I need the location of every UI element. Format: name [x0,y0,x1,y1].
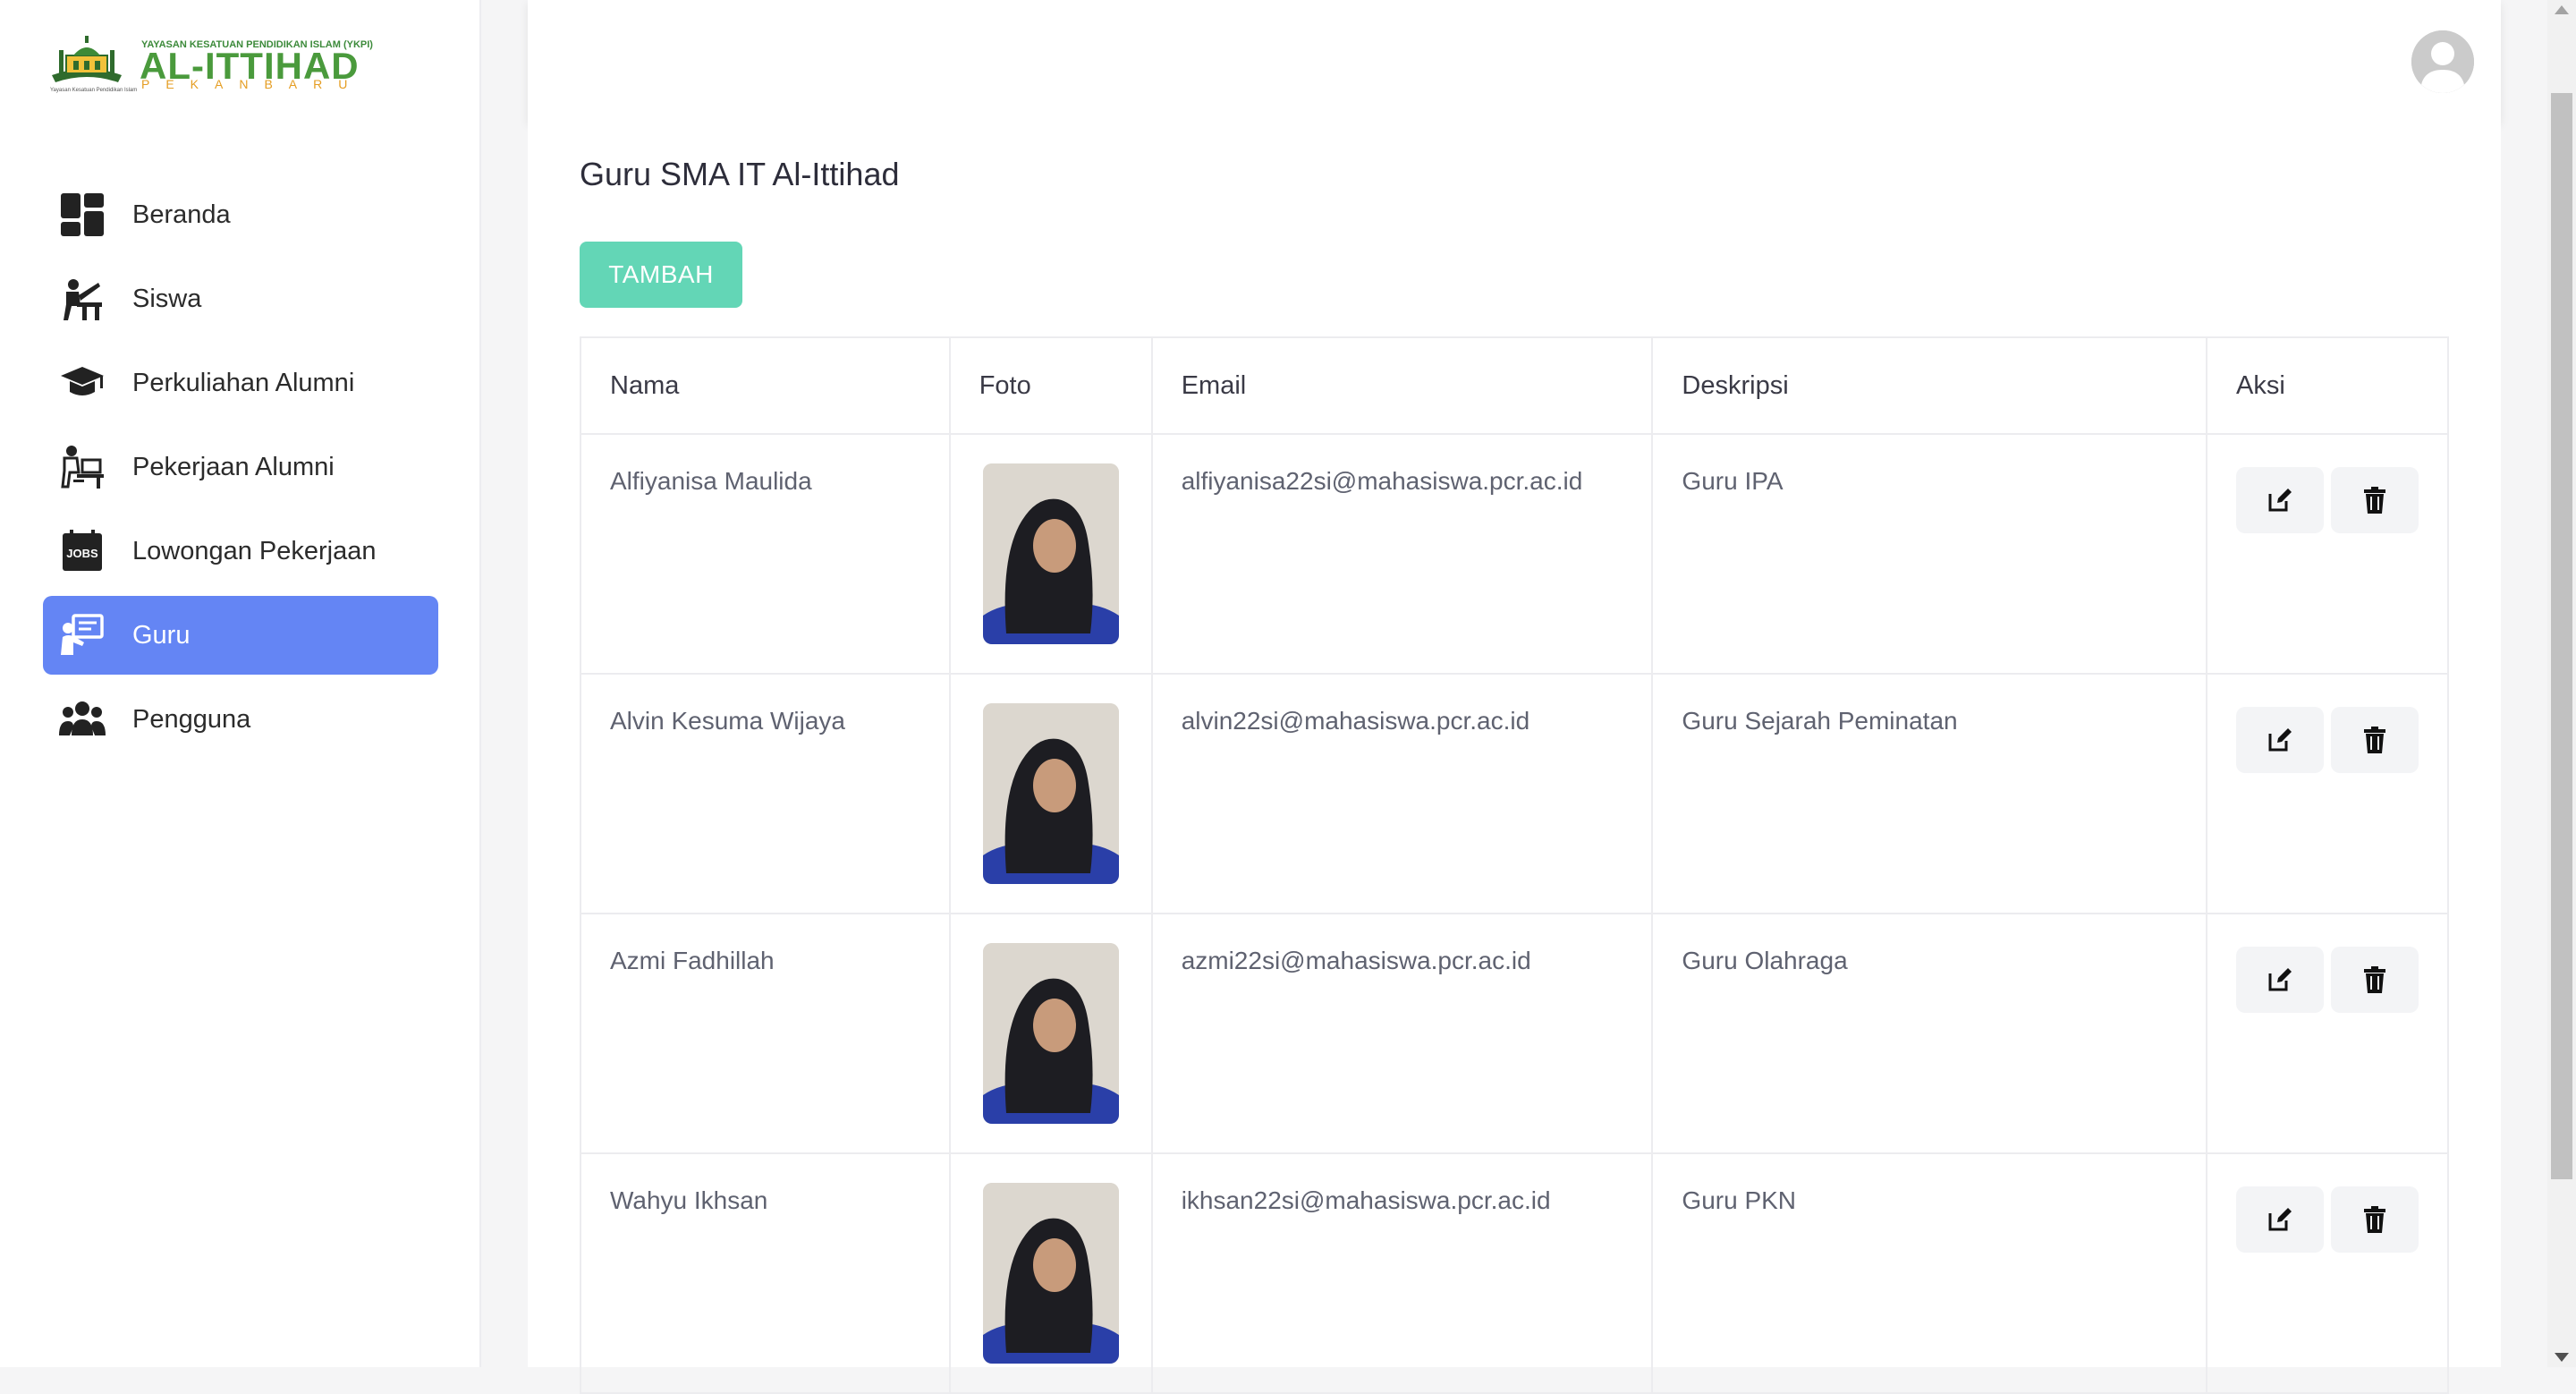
student-desk-icon [59,276,106,322]
teacher-photo[interactable] [982,703,1119,884]
cell-nama: Azmi Fadhillah [580,913,951,1154]
teacher-photo[interactable] [982,463,1119,644]
sidebar-item-label: Pekerjaan Alumni [132,452,335,481]
sidebar-item-pengguna[interactable]: Pengguna [43,680,438,759]
worker-desk-icon [59,444,106,490]
cell-email: ikhsan22si@mahasiswa.pcr.ac.id [1150,1152,1654,1394]
cell-deskripsi: Guru Olahraga [1651,913,2207,1154]
cell-email: azmi22si@mahasiswa.pcr.ac.id [1150,913,1654,1154]
table-row: Alfiyanisa Maulida alfiyanisa22si@mahasi… [580,433,2450,675]
add-button[interactable]: TAMBAH [580,242,742,308]
sidebar: YAYASAN KESATUAN PENDIDIKAN ISLAM (YKPI)… [0,0,481,1367]
sidebar-item-pekerjaan-alumni[interactable]: Pekerjaan Alumni [43,428,438,506]
column-header-email[interactable]: Email [1150,336,1654,435]
dashboard-icon [59,191,106,238]
cell-aksi [2205,913,2450,1154]
edit-icon [2268,1208,2292,1231]
edit-icon [2268,968,2292,991]
cell-foto [948,1152,1153,1394]
table-row: Azmi Fadhillah azmi22si@mahasiswa.pcr.ac… [580,913,2450,1154]
cell-aksi [2205,673,2450,914]
teachers-table: Nama Foto Email Deskripsi Aksi Alfiyanis… [580,336,2450,1394]
cell-email: alfiyanisa22si@mahasiswa.pcr.ac.id [1150,433,1654,675]
top-bar [528,0,2501,122]
cell-nama: Alvin Kesuma Wijaya [580,673,951,914]
cell-deskripsi: Guru Sejarah Peminatan [1651,673,2207,914]
delete-button[interactable] [2330,1186,2419,1253]
cell-nama: Wahyu Ikhsan [580,1152,951,1394]
row-actions [2235,1186,2419,1253]
main-content: Guru SMA IT Al-Ittihad TAMBAH Nama Foto … [528,122,2501,1394]
sidebar-item-label: Beranda [132,200,231,229]
row-actions [2235,467,2419,533]
column-header-foto[interactable]: Foto [948,336,1153,435]
cell-foto [948,913,1153,1154]
page-scrollbar[interactable] [2547,0,2576,1367]
scroll-down-arrow-icon[interactable] [2555,1353,2569,1362]
edit-button[interactable] [2235,1186,2324,1253]
trash-icon [2363,966,2385,993]
sidebar-item-beranda[interactable]: Beranda [43,175,438,254]
edit-button[interactable] [2235,947,2324,1013]
edit-button[interactable] [2235,707,2324,773]
delete-button[interactable] [2330,947,2419,1013]
sidebar-item-perkuliahan-alumni[interactable]: Perkuliahan Alumni [43,344,438,422]
row-actions [2235,707,2419,773]
delete-button[interactable] [2330,467,2419,533]
cell-aksi [2205,433,2450,675]
sidebar-item-label: Perkuliahan Alumni [132,368,355,397]
cell-nama: Alfiyanisa Maulida [580,433,951,675]
sidebar-item-label: Lowongan Pekerjaan [132,536,377,565]
cell-deskripsi: Guru PKN [1651,1152,2207,1394]
graduation-cap-icon [59,360,106,406]
trash-icon [2363,727,2385,753]
teacher-photo[interactable] [982,943,1119,1124]
cell-foto [948,433,1153,675]
column-header-nama[interactable]: Nama [580,336,951,435]
mosque-logo-icon [52,36,122,82]
column-header-aksi: Aksi [2205,336,2450,435]
delete-button[interactable] [2330,707,2419,773]
sidebar-item-label: Siswa [132,284,202,313]
edit-icon [2268,728,2292,752]
teacher-photo-image [982,703,1119,884]
users-group-icon [59,696,106,743]
trash-icon [2363,487,2385,514]
trash-icon [2363,1206,2385,1233]
table-row: Alvin Kesuma Wijaya alvin22si@mahasiswa.… [580,673,2450,914]
table-header-row: Nama Foto Email Deskripsi Aksi [580,336,2450,435]
sidebar-item-label: Guru [132,620,191,650]
teacher-photo-image [982,463,1119,644]
jobs-icon: JOBS [59,528,106,574]
teacher-board-icon [59,612,106,659]
teacher-photo-image [982,943,1119,1124]
logo[interactable]: YAYASAN KESATUAN PENDIDIKAN ISLAM (YKPI)… [48,32,373,95]
scroll-up-arrow-icon[interactable] [2555,5,2569,14]
column-header-deskripsi[interactable]: Deskripsi [1651,336,2207,435]
svg-text:JOBS: JOBS [66,547,98,560]
table-row: Wahyu Ikhsan ikhsan22si@mahasiswa.pcr.ac… [580,1152,2450,1394]
cell-deskripsi: Guru IPA [1651,433,2207,675]
user-avatar[interactable] [2411,30,2474,93]
sidebar-nav: Beranda Siswa Perkuliahan Alumni Pekerja… [43,175,438,764]
scrollbar-thumb[interactable] [2551,93,2572,1179]
row-actions [2235,947,2419,1013]
cell-email: alvin22si@mahasiswa.pcr.ac.id [1150,673,1654,914]
logo-city: PEKANBARU [141,77,364,91]
sidebar-item-siswa[interactable]: Siswa [43,259,438,338]
cell-foto [948,673,1153,914]
sidebar-item-guru[interactable]: Guru [43,596,438,675]
user-avatar-icon [2411,30,2474,93]
edit-icon [2268,489,2292,512]
logo-tiny-text: Yayasan Kesatuan Pendidikan Islam [50,88,138,93]
edit-button[interactable] [2235,467,2324,533]
page-title: Guru SMA IT Al-Ittihad [580,156,900,192]
teacher-photo-image [982,1183,1119,1364]
cell-aksi [2205,1152,2450,1394]
teacher-photo[interactable] [982,1183,1119,1364]
sidebar-item-lowongan-pekerjaan[interactable]: JOBS Lowongan Pekerjaan [43,512,438,591]
sidebar-item-label: Pengguna [132,704,251,734]
